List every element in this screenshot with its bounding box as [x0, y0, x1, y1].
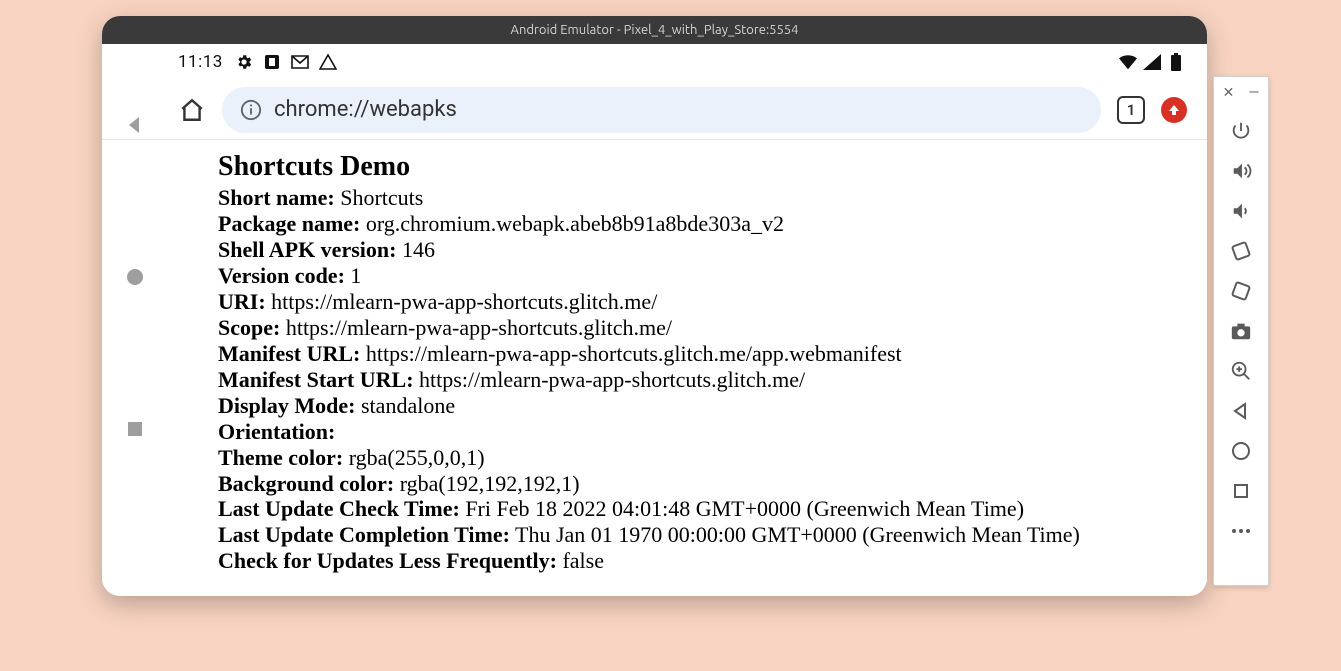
field-label: Last Update Completion Time: — [218, 522, 510, 547]
emulator-window: Android Emulator - Pixel_4_with_Play_Sto… — [102, 16, 1207, 596]
android-nav-buttons — [124, 114, 146, 440]
field-label: Manifest Start URL: — [218, 367, 414, 392]
field-value: org.chromium.webapk.abeb8b91a8bde303a_v2 — [360, 211, 784, 236]
emulator-side-panel: ✕ — — [1213, 76, 1269, 586]
field-value: 146 — [396, 237, 435, 262]
field-value: Thu Jan 01 1970 00:00:00 GMT+0000 (Green… — [510, 522, 1080, 547]
settings-icon — [235, 53, 253, 71]
field-label: Theme color: — [218, 445, 343, 470]
field-row: Display Mode: standalone — [218, 393, 1207, 419]
window-title: Android Emulator - Pixel_4_with_Play_Sto… — [511, 23, 799, 37]
zoom-button[interactable] — [1227, 357, 1255, 385]
field-row: Shell APK version: 146 — [218, 237, 1207, 263]
field-label: Orientation: — [218, 419, 335, 444]
status-left-icons — [235, 53, 337, 71]
power-button[interactable] — [1227, 117, 1255, 145]
field-row: Package name: org.chromium.webapk.abeb8b… — [218, 211, 1207, 237]
panel-close-button[interactable]: ✕ — [1223, 85, 1235, 101]
field-value: false — [557, 548, 604, 573]
field-label: Manifest URL: — [218, 341, 360, 366]
chrome-home-button[interactable] — [178, 96, 206, 124]
panel-back-button[interactable] — [1227, 397, 1255, 425]
field-label: Scope: — [218, 315, 280, 340]
page-title: Shortcuts Demo — [218, 150, 1207, 183]
field-value: Shortcuts — [335, 185, 424, 210]
field-row: Orientation: — [218, 419, 1207, 445]
page-content: Shortcuts Demo Short name: ShortcutsPack… — [102, 140, 1207, 596]
field-row: Short name: Shortcuts — [218, 185, 1207, 211]
field-row: Check for Updates Less Frequently: false — [218, 548, 1207, 574]
app-icon — [263, 53, 281, 71]
field-value: https://mlearn-pwa-app-shortcuts.glitch.… — [360, 341, 901, 366]
signal-icon — [1143, 53, 1161, 71]
field-label: Display Mode: — [218, 393, 356, 418]
nav-overview-button[interactable] — [124, 418, 146, 440]
wifi-icon — [1119, 53, 1137, 71]
field-label: Check for Updates Less Frequently: — [218, 548, 557, 573]
gmail-icon — [291, 53, 309, 71]
field-value: https://mlearn-pwa-app-shortcuts.glitch.… — [280, 315, 672, 340]
field-row: Manifest URL: https://mlearn-pwa-app-sho… — [218, 341, 1207, 367]
rotate-left-button[interactable] — [1227, 237, 1255, 265]
drive-icon — [319, 53, 337, 71]
tab-switcher-button[interactable]: 1 — [1117, 96, 1145, 124]
status-time: 11:13 — [178, 52, 223, 72]
field-label: Package name: — [218, 211, 360, 236]
field-label: Background color: — [218, 471, 394, 496]
field-row: Scope: https://mlearn-pwa-app-shortcuts.… — [218, 315, 1207, 341]
field-row: Version code: 1 — [218, 263, 1207, 289]
field-row: Manifest Start URL: https://mlearn-pwa-a… — [218, 367, 1207, 393]
field-label: Short name: — [218, 185, 335, 210]
browser-toolbar: chrome://webapks 1 — [102, 80, 1207, 140]
status-bar: 11:13 — [102, 44, 1207, 80]
panel-more-button[interactable] — [1227, 517, 1255, 545]
field-row: Last Update Check Time: Fri Feb 18 2022 … — [218, 496, 1207, 522]
url-bar[interactable]: chrome://webapks — [222, 87, 1101, 133]
field-row: Background color: rgba(192,192,192,1) — [218, 471, 1207, 497]
field-label: Shell APK version: — [218, 237, 396, 262]
nav-back-button[interactable] — [124, 114, 146, 136]
field-value: rgba(255,0,0,1) — [343, 445, 484, 470]
field-row: Last Update Completion Time: Thu Jan 01 … — [218, 522, 1207, 548]
panel-minimize-button[interactable]: — — [1248, 85, 1259, 101]
field-value: standalone — [356, 393, 456, 418]
rotate-right-button[interactable] — [1227, 277, 1255, 305]
field-row: URI: https://mlearn-pwa-app-shortcuts.gl… — [218, 289, 1207, 315]
screenshot-button[interactable] — [1227, 317, 1255, 345]
url-text: chrome://webapks — [274, 97, 457, 122]
panel-overview-button[interactable] — [1227, 477, 1255, 505]
window-titlebar[interactable]: Android Emulator - Pixel_4_with_Play_Sto… — [102, 16, 1207, 44]
device-screen: 11:13 — [102, 44, 1207, 596]
field-label: Last Update Check Time: — [218, 496, 460, 521]
field-value: https://mlearn-pwa-app-shortcuts.glitch.… — [266, 289, 658, 314]
field-label: URI: — [218, 289, 266, 314]
tab-count: 1 — [1127, 101, 1136, 119]
site-info-icon[interactable] — [240, 99, 262, 121]
nav-home-button[interactable] — [124, 266, 146, 288]
volume-down-button[interactable] — [1227, 197, 1255, 225]
field-value: rgba(192,192,192,1) — [394, 471, 579, 496]
update-indicator[interactable] — [1161, 97, 1187, 123]
field-value: Fri Feb 18 2022 04:01:48 GMT+0000 (Green… — [460, 496, 1024, 521]
status-right-icons — [1119, 53, 1185, 71]
panel-home-button[interactable] — [1227, 437, 1255, 465]
field-value: https://mlearn-pwa-app-shortcuts.glitch.… — [414, 367, 806, 392]
field-label: Version code: — [218, 263, 345, 288]
battery-icon — [1167, 53, 1185, 71]
field-value: 1 — [345, 263, 362, 288]
volume-up-button[interactable] — [1227, 157, 1255, 185]
field-row: Theme color: rgba(255,0,0,1) — [218, 445, 1207, 471]
